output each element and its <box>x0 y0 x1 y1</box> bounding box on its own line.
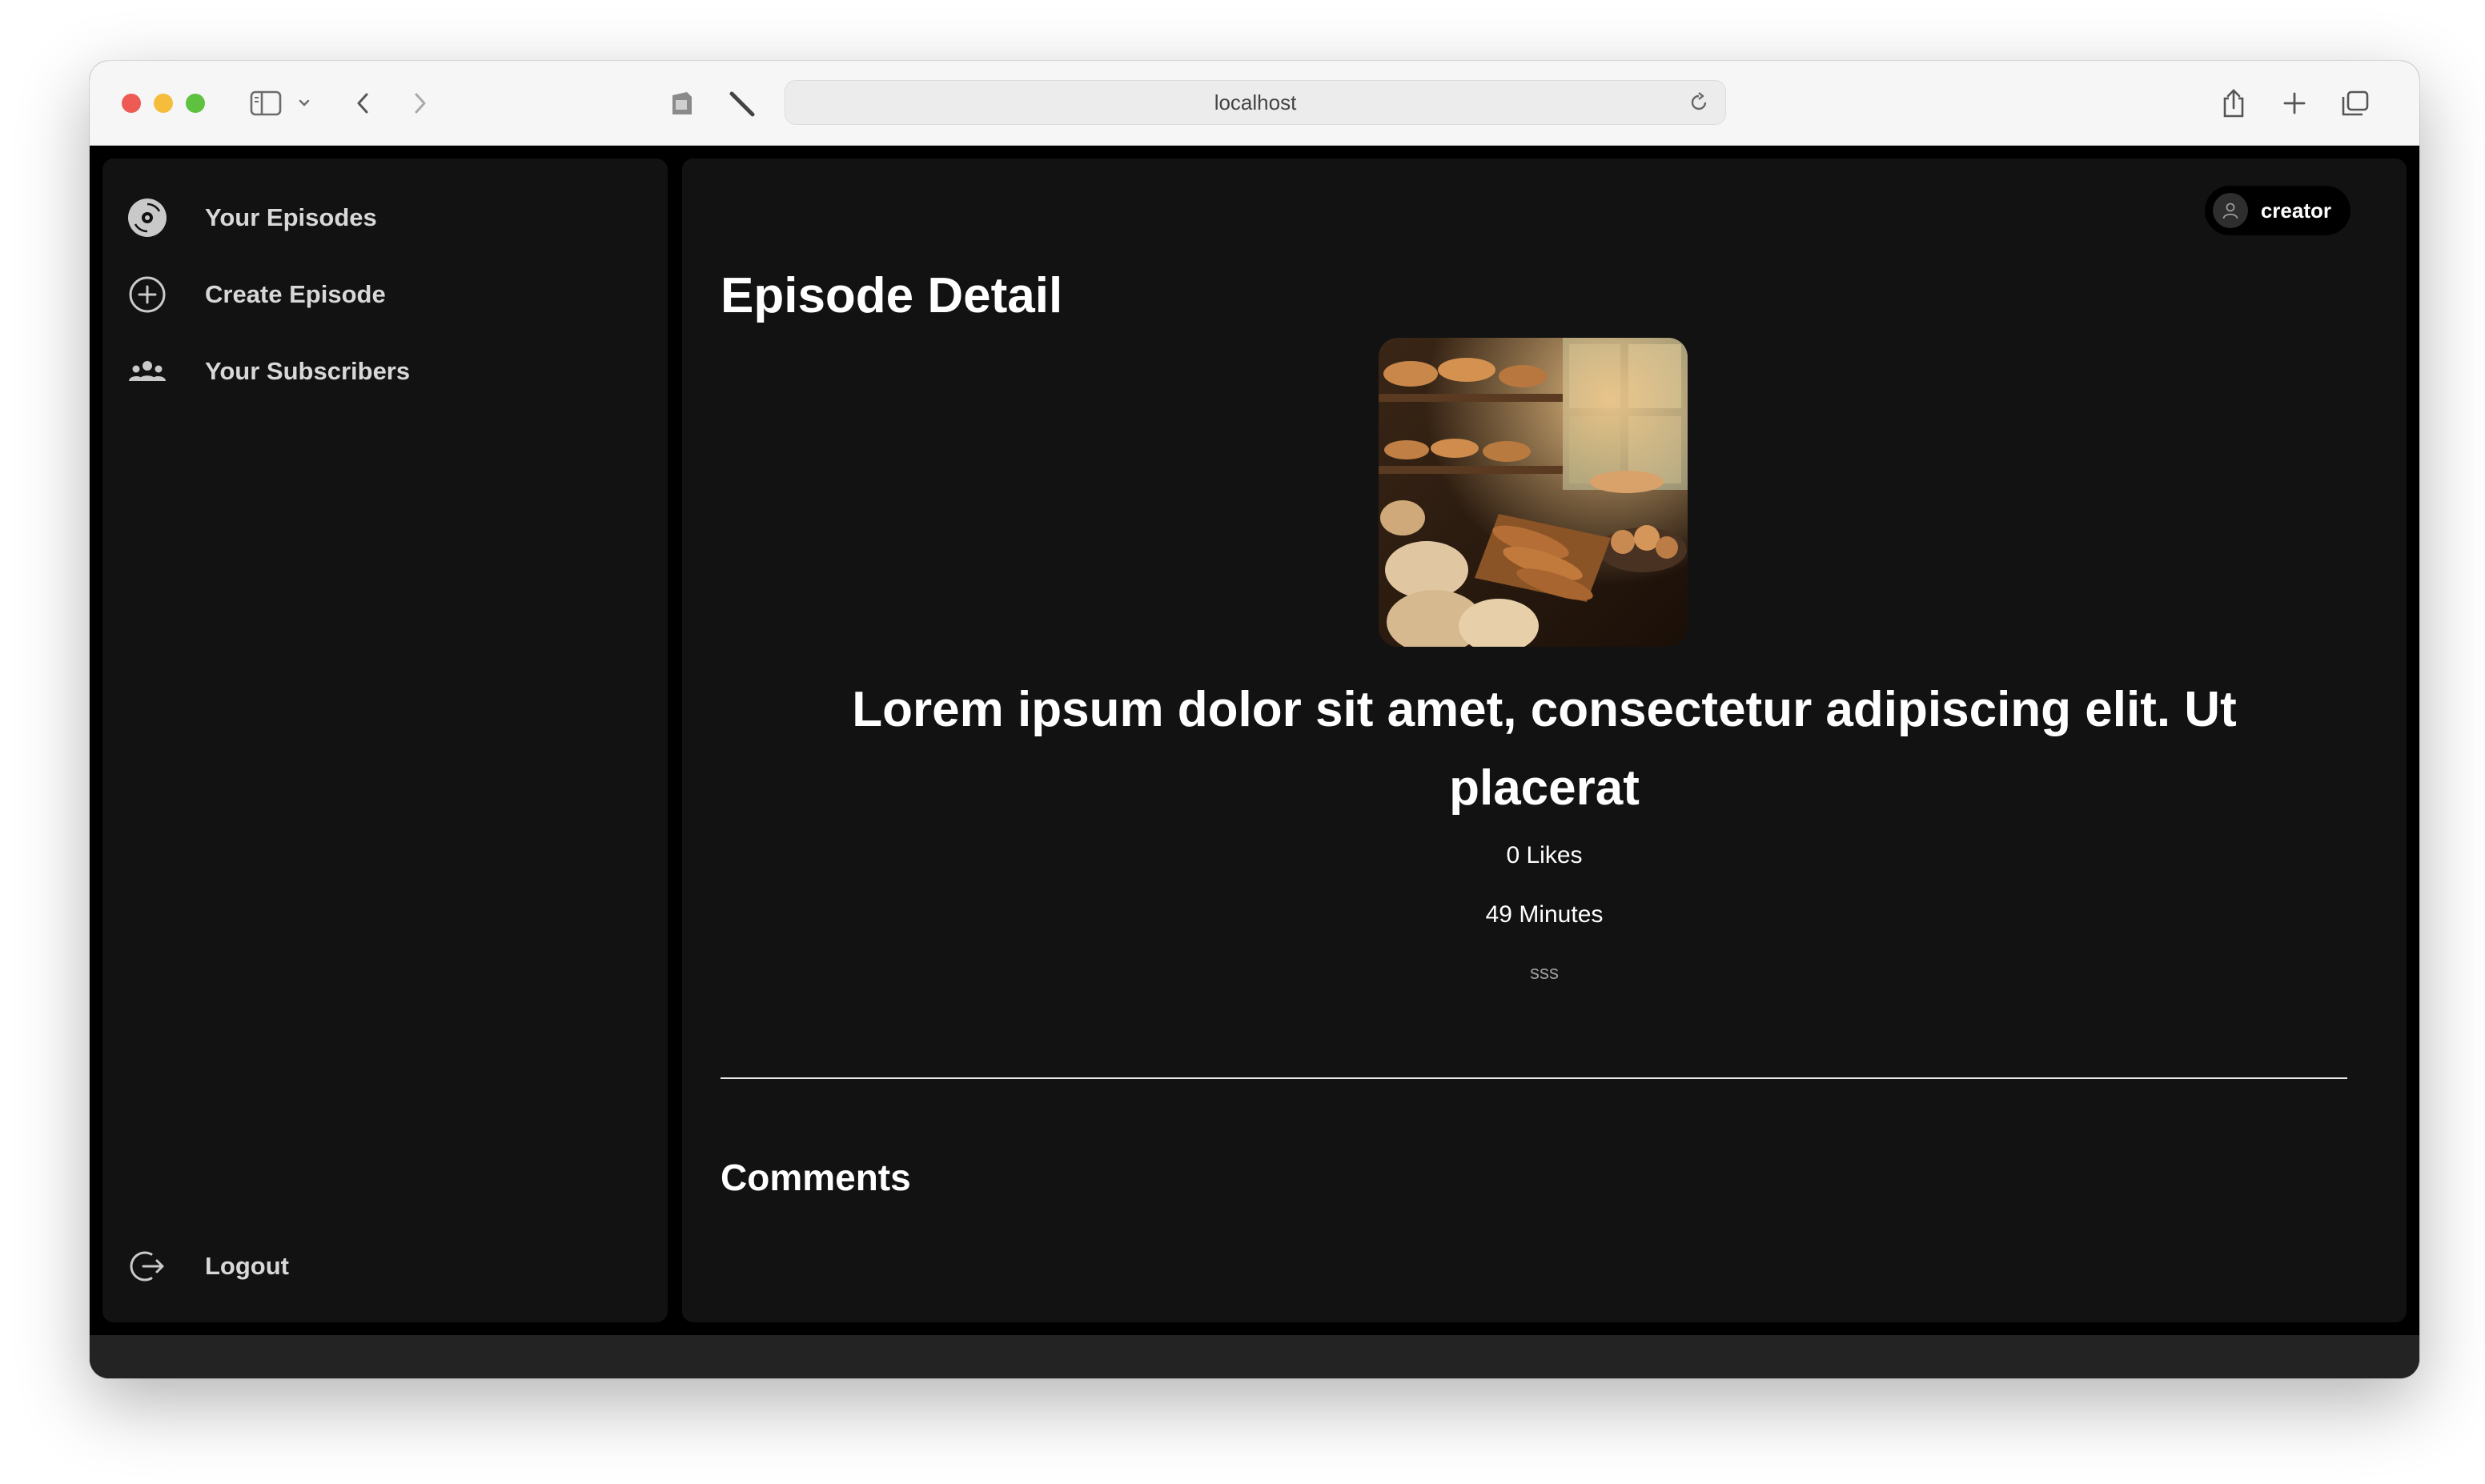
browser-toolbar: localhost <box>90 61 2419 146</box>
close-window-button[interactable] <box>122 94 141 113</box>
chevron-down-icon[interactable] <box>296 83 312 123</box>
sidebar-item-create-episode[interactable]: Create Episode <box>126 271 639 319</box>
disc-icon <box>126 197 168 239</box>
pencil-icon[interactable] <box>724 83 759 123</box>
comments-heading: Comments <box>721 1157 911 1198</box>
episode-cover-image <box>1379 338 1688 647</box>
sidebar-item-label: Your Subscribers <box>205 357 411 385</box>
browser-window: localhost Your Episodes Create Episode Y… <box>90 61 2419 1378</box>
sidebar-item-your-episodes[interactable]: Your Episodes <box>126 194 639 242</box>
sidebar-item-label: Your Episodes <box>205 203 377 231</box>
app-content: Your Episodes Create Episode Your Subscr… <box>90 146 2419 1335</box>
sidebar-item-your-subscribers[interactable]: Your Subscribers <box>126 347 639 395</box>
address-bar[interactable]: localhost <box>785 80 1726 125</box>
window-bottom-bar <box>90 1335 2419 1378</box>
share-icon[interactable] <box>2218 83 2250 123</box>
page-title: Episode Detail <box>721 268 1063 323</box>
reload-icon[interactable] <box>1687 90 1711 120</box>
episode-duration: 49 Minutes <box>1485 901 1604 928</box>
user-avatar-icon <box>2212 193 2248 228</box>
tab-overview-icon[interactable] <box>2338 83 2373 123</box>
url-text: localhost <box>1214 90 1297 114</box>
new-tab-icon[interactable] <box>2278 83 2310 123</box>
sidebar-toggle-icon[interactable] <box>247 83 285 123</box>
section-divider <box>721 1077 2347 1079</box>
sidebar: Your Episodes Create Episode Your Subscr… <box>102 158 668 1322</box>
sidebar-item-label: Create Episode <box>205 280 386 308</box>
plus-circle-icon <box>126 274 168 315</box>
episode-title: Lorem ipsum dolor sit amet, consectetur … <box>852 682 2237 816</box>
minimize-window-button[interactable] <box>154 94 173 113</box>
back-arrow-icon[interactable] <box>351 83 375 123</box>
logout-icon <box>126 1245 168 1287</box>
logout-label: Logout <box>205 1252 290 1280</box>
episode-description: sss <box>1530 962 1559 984</box>
logout-button[interactable]: Logout <box>126 1242 639 1290</box>
main-panel: creator Episode Detail Lorem ipsum dolor… <box>682 158 2407 1322</box>
users-icon <box>126 351 168 392</box>
user-name: creator <box>2260 198 2331 223</box>
forward-arrow-icon[interactable] <box>408 83 432 123</box>
maximize-window-button[interactable] <box>186 94 205 113</box>
extension-icon[interactable] <box>664 83 700 123</box>
likes-count: 0 Likes <box>1506 842 1583 868</box>
user-menu-button[interactable]: creator <box>2204 186 2351 235</box>
